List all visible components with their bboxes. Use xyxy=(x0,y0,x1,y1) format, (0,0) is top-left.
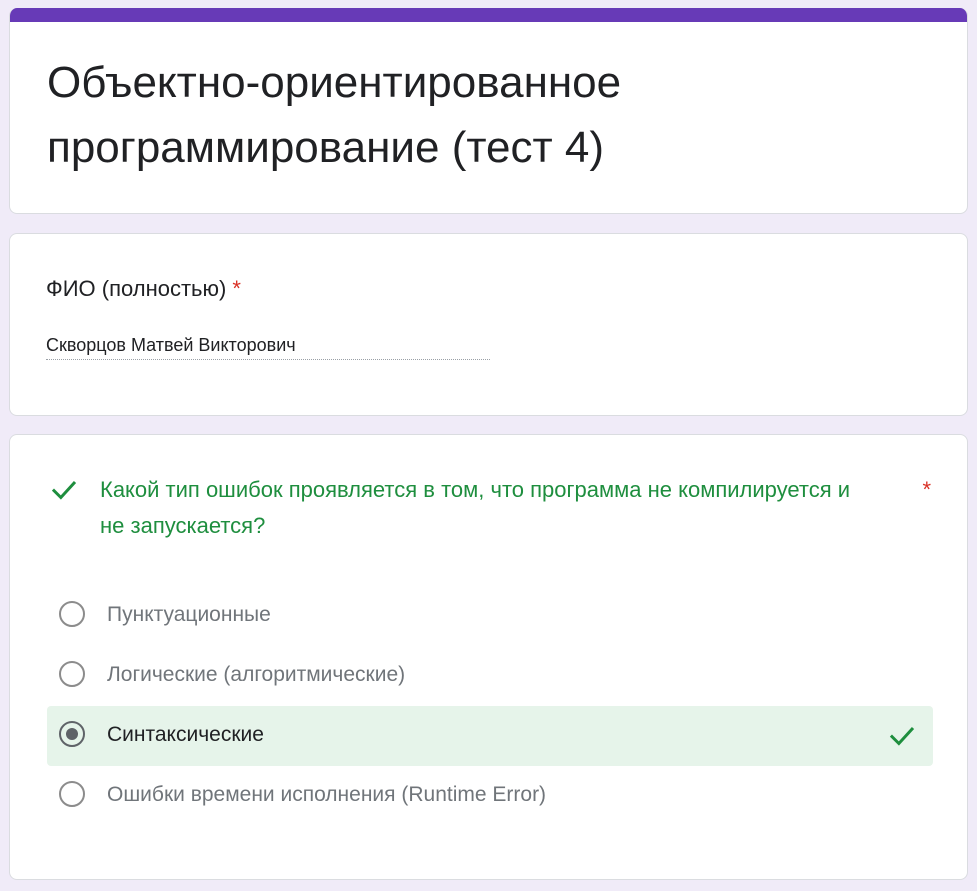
accent-bar xyxy=(10,8,967,22)
multiple-choice-question-card: Какой тип ошибок проявляется в том, что … xyxy=(9,434,968,880)
radio-button[interactable] xyxy=(59,601,85,627)
option-label: Синтаксические xyxy=(107,723,264,746)
name-question-label: ФИО (полностью) xyxy=(46,276,227,301)
option-syntax[interactable]: Синтаксические xyxy=(47,706,933,766)
option-label: Пунктуационные xyxy=(107,603,271,626)
correct-check-icon xyxy=(889,727,915,746)
option-label: Логические (алгоритмические) xyxy=(107,663,406,686)
form-title: Объектно-ориентированное программировани… xyxy=(47,58,622,172)
question-title: Какой тип ошибок проявляется в том, что … xyxy=(100,477,851,538)
question-label: ФИО (полностью) * xyxy=(46,275,241,303)
option-runtime-error[interactable]: Ошибки времени исполнения (Runtime Error… xyxy=(47,766,933,826)
radio-button[interactable] xyxy=(59,661,85,687)
radio-button-selected[interactable] xyxy=(59,721,85,747)
check-icon xyxy=(51,481,77,500)
radio-selected-dot xyxy=(66,728,78,740)
name-answer-field[interactable]: Скворцов Матвей Викторович xyxy=(46,332,490,360)
option-label: Ошибки времени исполнения (Runtime Error… xyxy=(107,783,547,806)
option-punctuation[interactable]: Пунктуационные xyxy=(47,586,933,646)
required-asterisk: * xyxy=(232,276,241,301)
radio-button[interactable] xyxy=(59,781,85,807)
required-asterisk: * xyxy=(922,477,931,502)
form-header-card: Объектно-ориентированное программировани… xyxy=(9,8,968,214)
name-question-card: ФИО (полностью) * Скворцов Матвей Викторо… xyxy=(9,233,968,416)
option-logical[interactable]: Логические (алгоритмические) xyxy=(47,646,933,706)
